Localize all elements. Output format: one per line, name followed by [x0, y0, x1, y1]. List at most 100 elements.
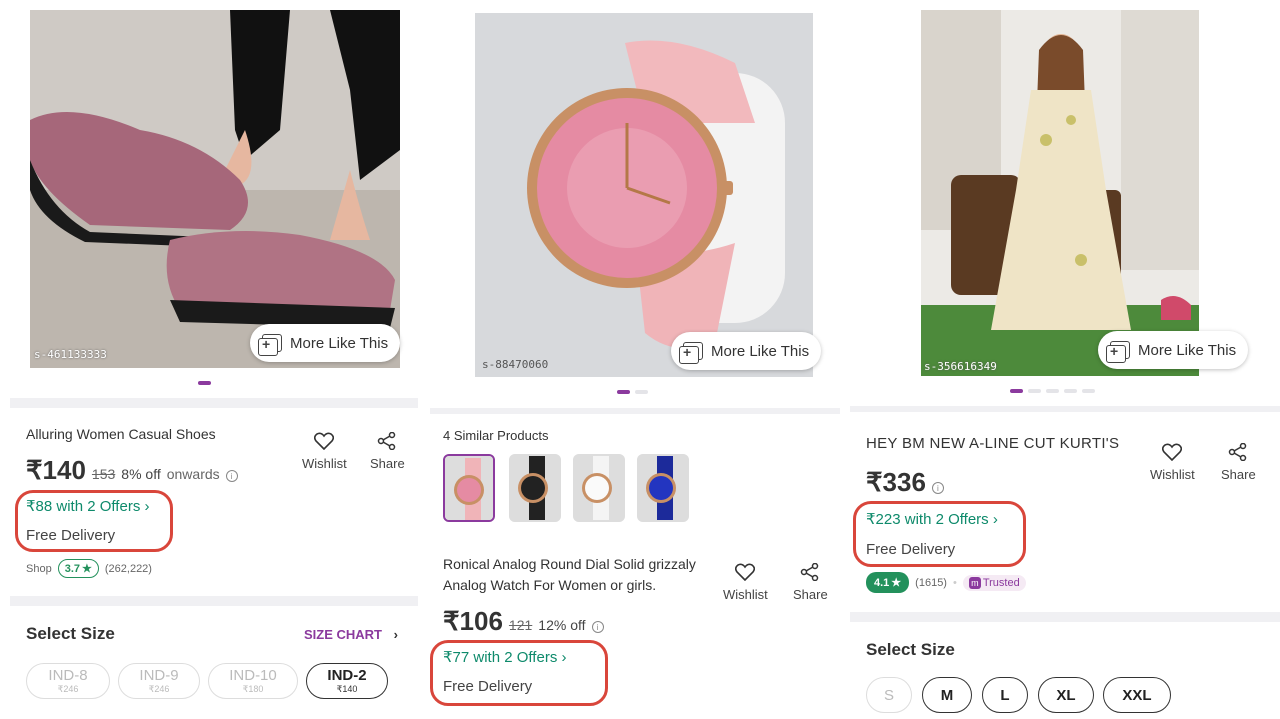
collection-add-icon	[258, 334, 282, 356]
watch-thumb-white	[573, 454, 625, 522]
size-option-s: S	[866, 677, 912, 713]
separator	[430, 408, 840, 414]
more-like-this-button[interactable]: More Like This	[1098, 331, 1249, 369]
size-option-m[interactable]: M	[922, 677, 972, 713]
separator	[10, 596, 418, 606]
product-price: ₹336	[866, 467, 926, 497]
heart-icon	[735, 563, 756, 581]
onwards-label: onwards	[166, 466, 220, 482]
similar-product-thumb[interactable]	[573, 454, 625, 522]
share-icon	[801, 563, 819, 581]
info-icon[interactable]: i	[225, 470, 238, 482]
size-option-ind-10: IND-10 ₹180	[208, 663, 298, 699]
rating-count: (1615)	[915, 576, 947, 589]
shop-label: Shop	[26, 562, 52, 575]
wishlist-button[interactable]: Wishlist	[302, 432, 347, 471]
price-row: ₹140 153 8% off onwards i	[26, 455, 238, 486]
similar-product-thumb[interactable]	[637, 454, 689, 522]
watch-thumb-pink	[445, 456, 493, 520]
collection-add-icon	[679, 342, 703, 364]
trusted-label: Trusted	[982, 576, 1020, 589]
wishlist-button[interactable]: Wishlist	[1150, 443, 1195, 482]
more-like-this-label: More Like This	[1138, 341, 1237, 359]
carousel-dot	[635, 390, 648, 394]
rating-badge: 4.1 ★	[866, 572, 910, 593]
product-price: ₹140	[26, 455, 86, 485]
size-price: ₹140	[336, 684, 358, 694]
product-card-shoes: More Like This s-461133333 Alluring Wome…	[0, 0, 420, 719]
price-row: ₹106 121 12% off i	[443, 606, 604, 637]
product-image-watch[interactable]	[475, 13, 813, 377]
carousel-dot	[1028, 389, 1041, 393]
dot-separator-icon: •	[952, 576, 957, 589]
more-like-this-button[interactable]: More Like This	[250, 324, 401, 362]
size-option-l[interactable]: L	[982, 677, 1028, 713]
size-chart-label: SIZE CHART	[304, 627, 382, 642]
similar-product-thumb[interactable]	[509, 454, 561, 522]
rating-value: 3.7	[64, 562, 80, 575]
share-button[interactable]: Share	[370, 432, 405, 471]
wishlist-button[interactable]: Wishlist	[723, 563, 768, 602]
size-option-ind-9: IND-9 ₹246	[118, 663, 200, 699]
separator	[10, 398, 418, 408]
chevron-right-icon: ›	[393, 627, 398, 642]
price-row: ₹336 i	[866, 467, 944, 498]
image-carousel-dots	[1010, 389, 1095, 393]
product-card-watch: More Like This s-88470060 4 Similar Prod…	[420, 0, 840, 719]
rating-count: (262,222)	[104, 562, 152, 575]
share-label: Share	[1221, 467, 1256, 482]
size-option-xxl[interactable]: XXL	[1103, 677, 1171, 713]
select-size-heading: Select Size	[26, 624, 115, 643]
share-icon	[1229, 443, 1247, 461]
separator	[850, 612, 1280, 622]
trusted-badge: m Trusted	[962, 574, 1026, 591]
product-price: ₹106	[443, 606, 503, 636]
select-size-heading: Select Size	[866, 640, 955, 659]
heart-icon	[1162, 443, 1183, 461]
size-label: IND-2	[327, 667, 367, 684]
info-icon[interactable]: i	[931, 482, 944, 494]
share-button[interactable]: Share	[1221, 443, 1256, 482]
rating-row: 4.1 ★ (1615) • m Trusted	[866, 572, 1026, 593]
size-option-xl[interactable]: XL	[1038, 677, 1094, 713]
size-option-ind-2[interactable]: IND-2 ₹140	[306, 663, 388, 699]
share-label: Share	[370, 456, 405, 471]
original-price: 153	[91, 466, 116, 482]
discount-label: 8% off	[121, 466, 161, 482]
share-button[interactable]: Share	[793, 563, 828, 602]
image-code: s-356616349	[924, 360, 997, 373]
info-icon[interactable]: i	[591, 621, 604, 633]
size-price: ₹246	[57, 684, 79, 694]
carousel-dot	[1046, 389, 1059, 393]
product-title: Ronical Analog Round Dial Solid grizzaly…	[443, 556, 696, 593]
rating-row: Shop 3.7 ★ (262,222)	[26, 559, 152, 578]
collection-add-icon	[1106, 341, 1130, 363]
more-like-this-button[interactable]: More Like This	[671, 332, 822, 370]
image-carousel-dots	[617, 390, 648, 394]
carousel-dot-active	[1010, 389, 1023, 393]
size-label: XXL	[1122, 686, 1152, 704]
size-label: S	[883, 686, 894, 704]
product-title: Alluring Women Casual Shoes	[26, 426, 216, 442]
discount-label: 12% off	[538, 617, 586, 633]
more-like-this-label: More Like This	[290, 334, 389, 352]
product-image-shoes[interactable]	[30, 10, 400, 368]
size-label: IND-9	[139, 667, 179, 684]
size-label: M	[940, 686, 954, 704]
kurti-photo	[921, 10, 1199, 376]
rating-badge: 3.7 ★	[57, 559, 99, 578]
rating-value: 4.1	[874, 576, 890, 589]
size-price: ₹246	[148, 684, 170, 694]
size-label: IND-10	[229, 667, 277, 684]
product-image-kurti[interactable]	[921, 10, 1199, 376]
separator	[850, 406, 1280, 412]
carousel-dot-active	[617, 390, 630, 394]
size-chart-link[interactable]: SIZE CHART ›	[304, 627, 398, 642]
product-title: HEY BM NEW A-LINE CUT KURTI'S	[866, 435, 1120, 452]
meesho-m-icon: m	[968, 576, 981, 589]
image-carousel-dots	[198, 381, 211, 385]
size-label: IND-8	[48, 667, 88, 684]
image-code: s-461133333	[34, 348, 107, 361]
watch-thumb-blue	[637, 454, 689, 522]
similar-product-thumb[interactable]	[443, 454, 495, 522]
